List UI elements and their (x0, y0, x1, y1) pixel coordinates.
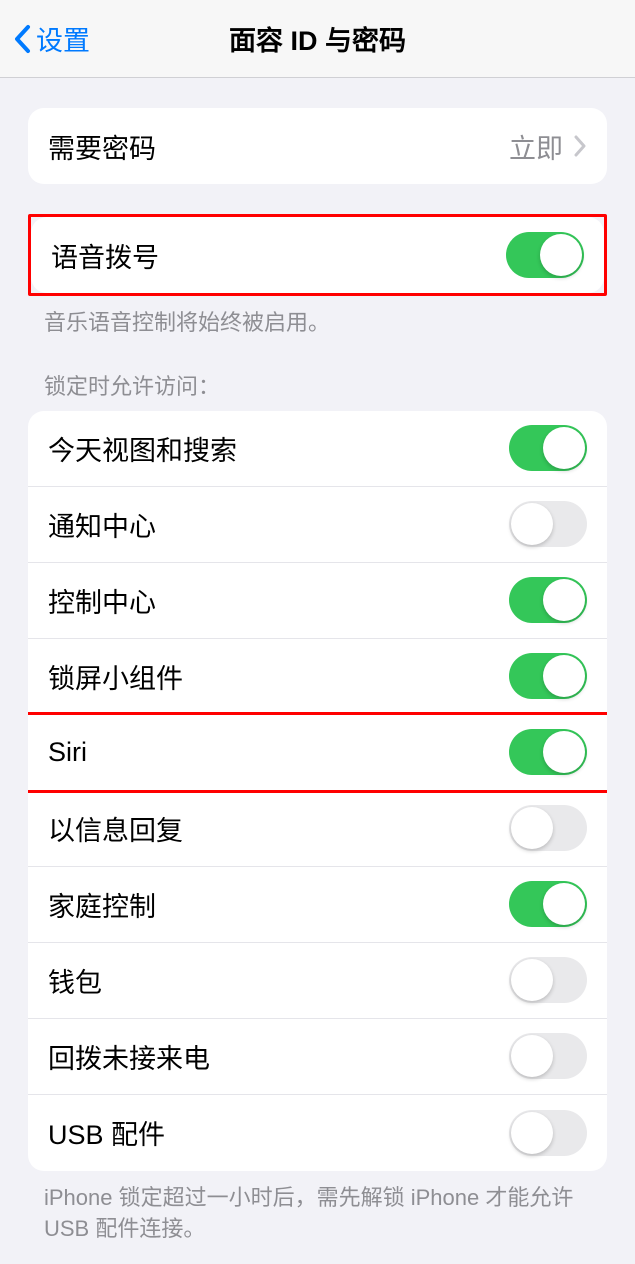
lock-item-label: USB 配件 (48, 1113, 509, 1152)
lock-item-toggle[interactable] (509, 881, 587, 927)
toggle-knob (511, 1112, 553, 1154)
voice-dial-group: 语音拨号 (31, 217, 604, 293)
lock-item-label: Siri (48, 737, 509, 768)
lock-item-toggle[interactable] (509, 957, 587, 1003)
toggle-knob (511, 959, 553, 1001)
lock-item-row: 以信息回复 (28, 791, 607, 867)
toggle-knob (540, 234, 582, 276)
lock-item-row: 控制中心 (28, 563, 607, 639)
require-passcode-group: 需要密码 立即 (28, 108, 607, 184)
require-passcode-value: 立即 (509, 127, 563, 166)
lock-item-toggle[interactable] (509, 729, 587, 775)
lock-item-row: 锁屏小组件 (28, 639, 607, 715)
toggle-knob (511, 1035, 553, 1077)
toggle-knob (543, 883, 585, 925)
back-label: 设置 (36, 19, 90, 58)
usb-footer: iPhone 锁定超过一小时后，需先解锁 iPhone 才能允许 USB 配件连… (0, 1171, 635, 1245)
navigation-header: 设置 面容 ID 与密码 (0, 0, 635, 78)
lock-item-label: 回拨未接来电 (48, 1037, 509, 1076)
lock-item-label: 锁屏小组件 (48, 657, 509, 696)
lock-item-row: 今天视图和搜索 (28, 411, 607, 487)
chevron-back-icon (12, 23, 32, 55)
lock-item-toggle[interactable] (509, 425, 587, 471)
lock-item-row: 钱包 (28, 943, 607, 1019)
page-title: 面容 ID 与密码 (0, 19, 635, 58)
toggle-knob (511, 503, 553, 545)
toggle-knob (543, 731, 585, 773)
lock-item-label: 钱包 (48, 961, 509, 1000)
toggle-knob (543, 579, 585, 621)
toggle-knob (511, 807, 553, 849)
toggle-knob (543, 655, 585, 697)
voice-dial-footer: 音乐语音控制将始终被启用。 (0, 296, 635, 339)
lock-item-label: 控制中心 (48, 581, 509, 620)
voice-dial-toggle[interactable] (506, 232, 584, 278)
lock-item-toggle[interactable] (509, 1033, 587, 1079)
require-passcode-row[interactable]: 需要密码 立即 (28, 108, 607, 184)
lock-item-row: 家庭控制 (28, 867, 607, 943)
voice-dial-row: 语音拨号 (31, 217, 604, 293)
lock-item-label: 今天视图和搜索 (48, 429, 509, 468)
lock-item-toggle[interactable] (509, 577, 587, 623)
require-passcode-label: 需要密码 (48, 127, 509, 166)
lock-item-row: Siri (28, 715, 607, 791)
lock-item-toggle[interactable] (509, 653, 587, 699)
lock-item-label: 通知中心 (48, 505, 509, 544)
lock-section-header: 锁定时允许访问： (0, 339, 635, 411)
lock-item-toggle[interactable] (509, 1110, 587, 1156)
lock-item-label: 家庭控制 (48, 885, 509, 924)
chevron-right-icon (573, 135, 587, 157)
lock-screen-access-group: 今天视图和搜索通知中心控制中心锁屏小组件 Siri 以信息回复家庭控制钱包回拨未接来… (28, 411, 607, 1171)
back-button[interactable]: 设置 (0, 19, 90, 58)
lock-item-toggle[interactable] (509, 805, 587, 851)
toggle-knob (543, 427, 585, 469)
lock-item-row: 通知中心 (28, 487, 607, 563)
voice-dial-label: 语音拨号 (51, 236, 506, 275)
lock-item-row: 回拨未接来电 (28, 1019, 607, 1095)
lock-item-label: 以信息回复 (48, 809, 509, 848)
lock-item-row: USB 配件 (28, 1095, 607, 1171)
voice-dial-highlight: 语音拨号 (28, 214, 607, 296)
lock-item-toggle[interactable] (509, 501, 587, 547)
